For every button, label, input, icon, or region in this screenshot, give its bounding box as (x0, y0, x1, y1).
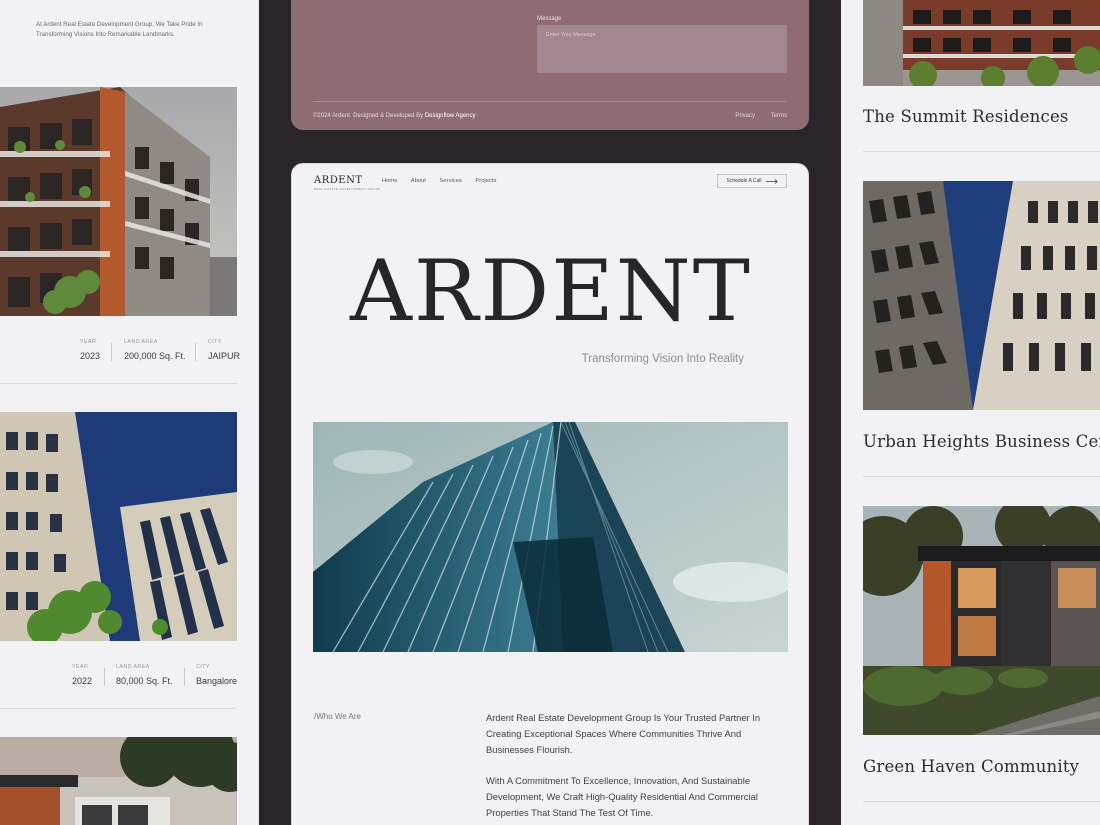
divider (863, 801, 1100, 802)
project-title[interactable]: Urban Heights Business Center (863, 432, 1100, 451)
nav-projects[interactable]: Projects (475, 178, 496, 184)
footer-divider (313, 101, 787, 102)
city-value: Bangalore (196, 676, 238, 686)
year-value: 2023 (80, 351, 101, 361)
divider (863, 476, 1100, 477)
project-photo-house[interactable] (0, 737, 237, 825)
hero-title: ARDENT (349, 242, 752, 340)
about-paragraph-1: Ardent Real Estate Development Group Is … (486, 712, 761, 755)
nav-home[interactable]: Home (382, 178, 397, 184)
left-projects-panel: At Ardent Real Estate Development Group,… (0, 0, 259, 825)
year-value: 2022 (72, 676, 93, 686)
copyright: ©2024 Ardent. Designed & Developed By De… (313, 113, 476, 119)
footer-links: Privacy Terms (721, 113, 787, 119)
right-projects-panel: The Summit Residences Urban Heights Busi… (841, 0, 1100, 825)
divider (863, 151, 1100, 152)
logo[interactable]: ARDENT REAL ESTATE DEVELOPMENT GROUP (314, 175, 381, 191)
message-label: Message (537, 16, 562, 22)
message-placeholder: Enter Your Message (546, 32, 596, 38)
message-input[interactable]: Enter Your Message (537, 25, 787, 73)
hero-tagline: Transforming Vision Into Reality (581, 353, 744, 365)
project-photo-green-haven[interactable] (863, 506, 1100, 735)
about-paragraph-2: With A Commitment To Excellence, Innovat… (486, 775, 758, 818)
land-area-label: LAND AREA (116, 664, 150, 670)
project-photo-commercial[interactable] (0, 412, 237, 641)
privacy-link[interactable]: Privacy (735, 113, 755, 119)
intro-text: At Ardent Real Estate Development Group,… (36, 21, 203, 38)
divider (0, 708, 237, 709)
land-area-label: LAND AREA (124, 339, 158, 345)
land-area-value: 200,000 Sq. Ft. (124, 351, 186, 361)
city-value: JAIPUR (208, 351, 241, 361)
who-we-are-label: /Who We Are (314, 712, 361, 721)
year-label: YEAR (72, 664, 89, 670)
contact-footer-card: Message Enter Your Message ©2024 Ardent.… (291, 0, 809, 130)
city-label: CITY (196, 664, 210, 670)
city-label: CITY (208, 339, 222, 345)
agency-link[interactable]: Designflow Agency (425, 113, 476, 119)
hero-photo-skyscraper (313, 422, 788, 652)
homepage-card: ARDENT REAL ESTATE DEVELOPMENT GROUP Hom… (291, 163, 809, 825)
nav-services[interactable]: Services (440, 178, 462, 184)
project-meta-1: YEAR 2023 LAND AREA 200,000 Sq. Ft. CITY… (0, 339, 241, 375)
terms-link[interactable]: Terms (771, 113, 787, 119)
main-nav: Home About Services Projects (382, 178, 508, 184)
project-photo-summit[interactable] (863, 0, 1100, 86)
project-title[interactable]: Green Haven Community (863, 757, 1079, 776)
project-photo-urban-heights[interactable] (863, 181, 1100, 410)
year-label: YEAR (80, 339, 97, 345)
divider (0, 383, 237, 384)
nav-about[interactable]: About (411, 178, 426, 184)
arrow-right-icon (765, 178, 778, 184)
schedule-call-button[interactable]: Schedule A Call (717, 174, 787, 188)
project-title[interactable]: The Summit Residences (863, 107, 1069, 126)
project-meta-2: YEAR 2022 LAND AREA 80,000 Sq. Ft. CITY … (0, 664, 237, 700)
land-area-value: 80,000 Sq. Ft. (116, 676, 173, 686)
project-photo-residential[interactable] (0, 87, 237, 316)
